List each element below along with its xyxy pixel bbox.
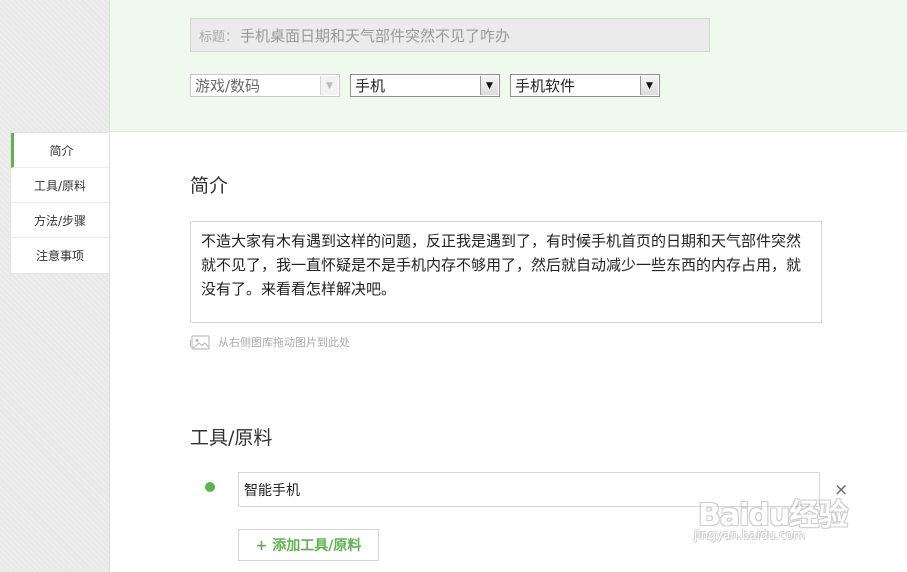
title-prefix-label: 标题： bbox=[199, 29, 239, 45]
category-select-3[interactable]: 手机软件 ▼ bbox=[510, 74, 660, 97]
sidebar-item-intro[interactable]: 简介 bbox=[11, 133, 109, 168]
sidebar-item-label: 简介 bbox=[49, 143, 74, 158]
tool-item-value: 智能手机 bbox=[244, 482, 300, 499]
image-icon bbox=[190, 334, 210, 350]
intro-text-editor[interactable]: 不造大家有木有遇到这样的问题，反正我是遇到了，有时候手机首页的日期和天气部件突然… bbox=[190, 221, 822, 323]
side-nav: 简介 工具/原料 方法/步骤 注意事项 bbox=[10, 132, 109, 274]
sidebar-item-label: 注意事项 bbox=[35, 249, 84, 263]
category-select-1[interactable]: 游戏/数码 ▼ bbox=[190, 74, 340, 97]
title-field[interactable]: 标题： 手机桌面日期和天气部件突然不见了咋办 bbox=[190, 18, 710, 52]
watermark-url: jingyan.baidu.com bbox=[694, 528, 805, 542]
chevron-down-icon: ▼ bbox=[480, 76, 498, 95]
tools-heading: 工具/原料 bbox=[190, 427, 273, 449]
chevron-down-icon: ▼ bbox=[640, 76, 658, 95]
category-select-2-value: 手机 bbox=[355, 77, 386, 95]
sidebar-item-notes[interactable]: 注意事项 bbox=[11, 238, 109, 273]
sidebar-item-label: 工具/原料 bbox=[33, 178, 87, 193]
bullet-dot-icon bbox=[205, 482, 215, 492]
intro-heading: 简介 bbox=[190, 175, 229, 197]
add-tool-button[interactable]: + 添加工具/原料 bbox=[238, 529, 379, 561]
sidebar-item-label: 方法/步骤 bbox=[33, 213, 87, 228]
add-tool-button-label: + 添加工具/原料 bbox=[255, 538, 362, 554]
baidu-watermark: Baidu经验 jingyan.baidu.com bbox=[694, 476, 864, 550]
image-drop-hint: 从右侧图库拖动图片到此处 bbox=[190, 334, 350, 350]
title-value: 手机桌面日期和天气部件突然不见了咋办 bbox=[240, 26, 511, 45]
left-background-strip bbox=[0, 0, 110, 572]
category-select-3-value: 手机软件 bbox=[515, 77, 576, 95]
sidebar-item-tools[interactable]: 工具/原料 bbox=[11, 168, 109, 203]
category-select-1-value: 游戏/数码 bbox=[195, 77, 261, 95]
image-drop-hint-text: 从右侧图库拖动图片到此处 bbox=[218, 336, 350, 349]
chevron-down-icon: ▼ bbox=[320, 76, 338, 95]
intro-text: 不造大家有木有遇到这样的问题，反正我是遇到了，有时候手机首页的日期和天气部件突然… bbox=[201, 232, 802, 298]
category-select-2[interactable]: 手机 ▼ bbox=[350, 74, 500, 97]
sidebar-item-steps[interactable]: 方法/步骤 bbox=[11, 203, 109, 238]
